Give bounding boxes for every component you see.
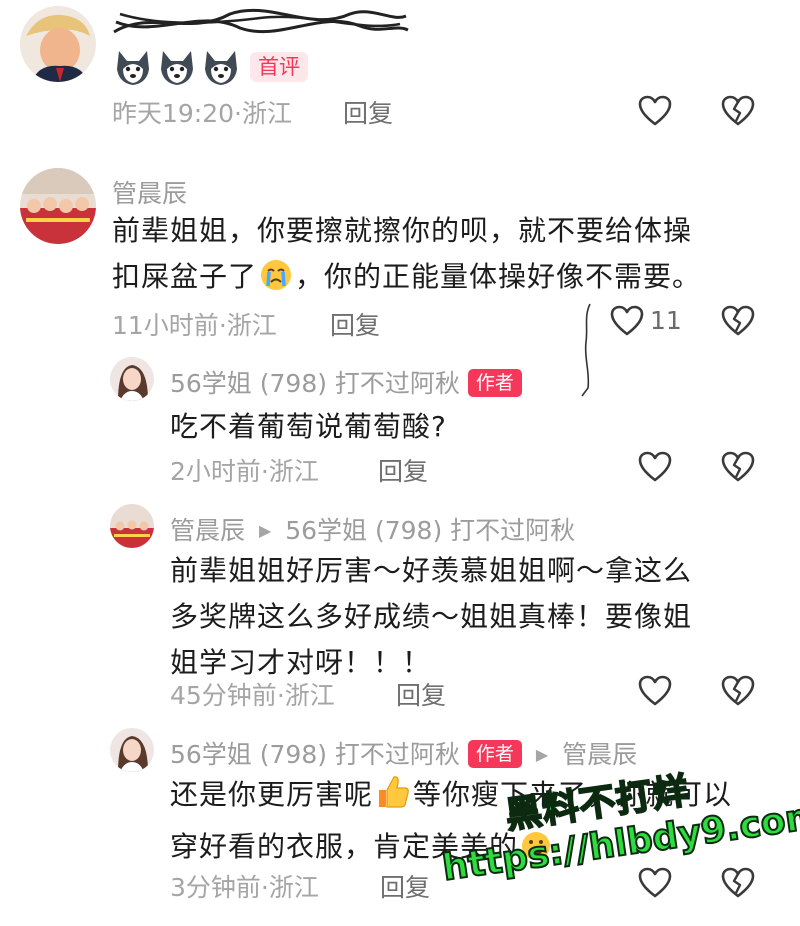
first-comment-badge: 首评 bbox=[250, 52, 308, 82]
comment-text: 前辈姐姐，你要擦就擦你的呗，就不要给体操 扣屎盆子了 ，你的正能量体操好像不需要… bbox=[112, 208, 762, 306]
author-badge: 作者 bbox=[467, 369, 522, 397]
like-button[interactable] bbox=[636, 92, 674, 130]
location: 浙江 bbox=[268, 457, 319, 486]
husky-icon bbox=[205, 51, 237, 85]
location: 浙江 bbox=[268, 873, 319, 902]
heart-icon bbox=[638, 675, 672, 706]
comment-meta: 45分钟前·浙江 bbox=[170, 676, 335, 712]
location: 浙江 bbox=[226, 311, 277, 340]
username[interactable]: 管晨辰 ▶ 56学姐 (798) 打不过阿秋 bbox=[170, 511, 575, 547]
reply-button[interactable]: 回复 bbox=[378, 452, 428, 488]
separator: · bbox=[260, 457, 269, 486]
comment-text-line: 前辈姐姐好厉害～好羡慕姐姐啊～拿这么 bbox=[170, 554, 693, 587]
broken-heart-icon bbox=[721, 95, 755, 126]
comment-text: 前辈姐姐好厉害～好羡慕姐姐啊～拿这么 多奖牌这么多好成绩～姐姐真棒！要像姐 姐学… bbox=[170, 548, 770, 686]
location: 浙江 bbox=[242, 99, 293, 128]
avatar[interactable] bbox=[20, 168, 96, 244]
reply-button[interactable]: 回复 bbox=[396, 676, 446, 712]
scribble-mark bbox=[576, 302, 606, 400]
like-button[interactable] bbox=[636, 448, 674, 486]
avatar[interactable] bbox=[110, 728, 154, 772]
author-badge: 作者 bbox=[467, 740, 522, 768]
comment-text: 吃不着葡萄说葡萄酸? bbox=[170, 410, 447, 443]
reply-arrow-icon: ▶ bbox=[535, 745, 549, 764]
location: 浙江 bbox=[284, 681, 335, 710]
comment-text-segment: 扣屎盆子了 bbox=[112, 260, 258, 293]
comment-meta: 昨天19:20·浙江 bbox=[112, 94, 292, 130]
timestamp: 2小时前 bbox=[170, 457, 261, 486]
broken-heart-icon bbox=[721, 675, 755, 706]
comment-text-line: 扣屎盆子了 ，你的正能量体操好像不需要。 bbox=[112, 254, 762, 306]
heart-icon bbox=[638, 95, 672, 126]
username-text: 56学姐 (798) 打不过阿秋 bbox=[170, 740, 460, 769]
reply-to-username[interactable]: 56学姐 (798) 打不过阿秋 bbox=[285, 516, 575, 545]
timestamp: 11小时前 bbox=[112, 311, 219, 340]
avatar[interactable] bbox=[110, 504, 154, 548]
like-button[interactable] bbox=[636, 672, 674, 710]
like-count: 11 bbox=[650, 306, 682, 335]
heart-icon bbox=[638, 451, 672, 482]
crying-emoji-icon bbox=[259, 258, 293, 306]
husky-icon bbox=[161, 51, 193, 85]
separator: · bbox=[276, 681, 285, 710]
comment-meta: 11小时前·浙江 bbox=[112, 306, 277, 342]
username-text: 管晨辰 bbox=[170, 516, 246, 545]
reply-to-username[interactable]: 管晨辰 bbox=[562, 740, 637, 769]
separator: · bbox=[218, 311, 227, 340]
reply-button[interactable]: 回复 bbox=[330, 306, 380, 342]
comment-text-segment: 还是你更厉害呢 bbox=[170, 778, 374, 811]
comment-text-line: 前辈姐姐，你要擦就擦你的呗，就不要给体操 bbox=[112, 214, 693, 247]
separator: · bbox=[260, 873, 269, 902]
avatar[interactable] bbox=[110, 357, 154, 401]
broken-heart-icon bbox=[721, 451, 755, 482]
fan-badges bbox=[113, 47, 241, 87]
username[interactable]: 56学姐 (798) 打不过阿秋 作者 ▶ 管晨辰 bbox=[170, 735, 637, 771]
comment-meta: 3分钟前·浙江 bbox=[170, 868, 319, 904]
timestamp: 45分钟前 bbox=[170, 681, 277, 710]
avatar[interactable] bbox=[20, 6, 96, 82]
dislike-button[interactable] bbox=[719, 92, 757, 130]
comment-text-segment: ，你的正能量体操好像不需要。 bbox=[295, 260, 702, 293]
timestamp: 3分钟前 bbox=[170, 873, 261, 902]
timestamp: 昨天19:20 bbox=[112, 99, 235, 128]
reply-arrow-icon: ▶ bbox=[258, 521, 272, 540]
broken-heart-icon bbox=[721, 305, 755, 336]
dislike-button[interactable] bbox=[719, 302, 757, 340]
dislike-button[interactable] bbox=[719, 448, 757, 486]
comment-text-line: 多奖牌这么多好成绩～姐姐真棒！要像姐 bbox=[170, 600, 693, 633]
thumbs-up-emoji-icon bbox=[375, 774, 411, 824]
separator: · bbox=[234, 99, 242, 128]
like-button[interactable] bbox=[608, 302, 646, 340]
dislike-button[interactable] bbox=[719, 672, 757, 710]
comment-meta: 2小时前·浙江 bbox=[170, 452, 319, 488]
reply-button[interactable]: 回复 bbox=[343, 94, 393, 130]
redacted-username bbox=[110, 2, 410, 44]
heart-icon bbox=[610, 305, 644, 336]
husky-icon bbox=[117, 51, 149, 85]
username[interactable]: 56学姐 (798) 打不过阿秋 作者 bbox=[170, 364, 522, 400]
reply-button[interactable]: 回复 bbox=[380, 868, 430, 904]
username[interactable]: 管晨辰 bbox=[112, 174, 187, 210]
username-text: 56学姐 (798) 打不过阿秋 bbox=[170, 369, 460, 398]
